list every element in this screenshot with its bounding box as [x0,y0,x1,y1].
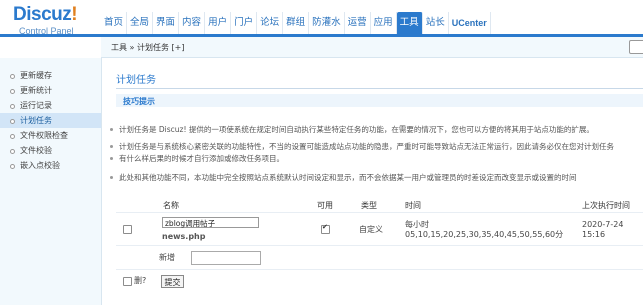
title-divider [116,88,643,89]
tip-item-continued: 有什么样后果的时候才自行添加或修改任务项目。 [110,153,639,164]
tip-item: 计划任务是 Discuz! 提供的一项使系统在规定时间自动执行某些特定任务的功能… [110,124,639,135]
nav-founder[interactable]: 站长 [423,12,449,34]
row-select-checkbox[interactable] [123,225,132,234]
top-header: Discuz! Control Panel 首页 全局 界面 内容 用户 门户 … [0,0,643,36]
nav-content[interactable]: 内容 [179,12,206,34]
task-enabled-checkbox[interactable] [321,223,330,234]
col-header-lastrun: 上次执行时间 [582,201,630,210]
nav-user[interactable]: 用户 [205,12,232,34]
nav-plugin[interactable]: 应用 [371,12,397,34]
delete-all-checkbox[interactable] [123,277,132,286]
table-divider [116,269,643,270]
sidebar-item-hookcheck[interactable]: 嵌入点校验 [0,158,101,173]
task-type: 自定义 [359,225,383,234]
task-time-line1: 每小时 [405,220,429,229]
page-title: 计划任务 [116,75,156,86]
sidebar-item-logs[interactable]: 运行记录 [0,98,101,113]
breadcrumb-bar: 工具 » 计划任务 [+] [101,37,643,58]
col-header-type: 类型 [361,201,377,210]
task-time-line2: 05,10,15,20,25,30,35,40,45,50,55,60分 [405,230,564,239]
table-divider [116,245,643,246]
task-name-input[interactable]: zblog调用帖子 [162,217,259,228]
table-divider [116,212,643,213]
sidebar-item-counter[interactable]: 更新统计 [0,83,101,98]
nav-safe[interactable]: 防灌水 [309,12,345,34]
main-nav: 首页 全局 界面 内容 用户 门户 论坛 群组 防灌水 运营 应用 工具 站长 … [101,12,491,34]
task-lastrun-date: 2020-7-24 [582,220,624,229]
nav-style[interactable]: 界面 [153,12,180,34]
main-content: 计划任务 技巧提示 计划任务是 Discuz! 提供的一项使系统在规定时间自动执… [102,58,643,305]
col-header-enabled: 可用 [317,201,333,210]
nav-global[interactable]: 全局 [127,12,154,34]
task-lastrun-time: 15:16 [582,230,606,239]
nav-extended[interactable]: 运营 [345,12,371,34]
add-label: 新增 [159,253,175,262]
sidebar-item-cache[interactable]: 更新缓存 [0,68,101,83]
tips-header: 技巧提示 [116,94,643,107]
breadcrumb[interactable]: 工具 » 计划任务 [+] [111,42,184,53]
task-script: news.php [162,232,206,241]
logo-brand: Discuz [13,4,72,25]
tips-title: 技巧提示 [123,97,155,106]
tip-item: 计划任务是与系统核心紧密关联的功能特性，不当的设置可能造成站点功能的隐患，严重时… [110,141,639,152]
logo[interactable]: Discuz! Control Panel [13,4,93,37]
nav-tools[interactable]: 工具 [396,12,423,34]
tip-item: 此处和其他功能不同，本功能中完全按照站点系统默认时间设定和显示，而不会依据某一用… [110,172,639,183]
col-header-name: 名称 [163,201,179,210]
sidebar-item-cron[interactable]: 计划任务 [0,113,101,128]
sidebar: 更新缓存 更新统计 运行记录 计划任务 文件权限检查 文件校验 嵌入点校验 [0,58,102,305]
sidebar-item-fileperms[interactable]: 文件权限检查 [0,128,101,143]
search-input[interactable] [629,40,643,54]
logo-mark: ! [71,4,78,25]
nav-ucenter[interactable]: UCenter [449,12,491,34]
nav-forum[interactable]: 论坛 [257,12,284,34]
delete-label: 删? [134,276,147,285]
nav-portal[interactable]: 门户 [231,12,258,34]
nav-group[interactable]: 群组 [283,12,310,34]
nav-home[interactable]: 首页 [101,12,128,34]
add-task-input[interactable] [191,251,261,265]
submit-button[interactable]: 提交 [161,275,184,288]
sidebar-item-filecheck[interactable]: 文件校验 [0,143,101,158]
col-header-time: 时间 [405,201,421,210]
